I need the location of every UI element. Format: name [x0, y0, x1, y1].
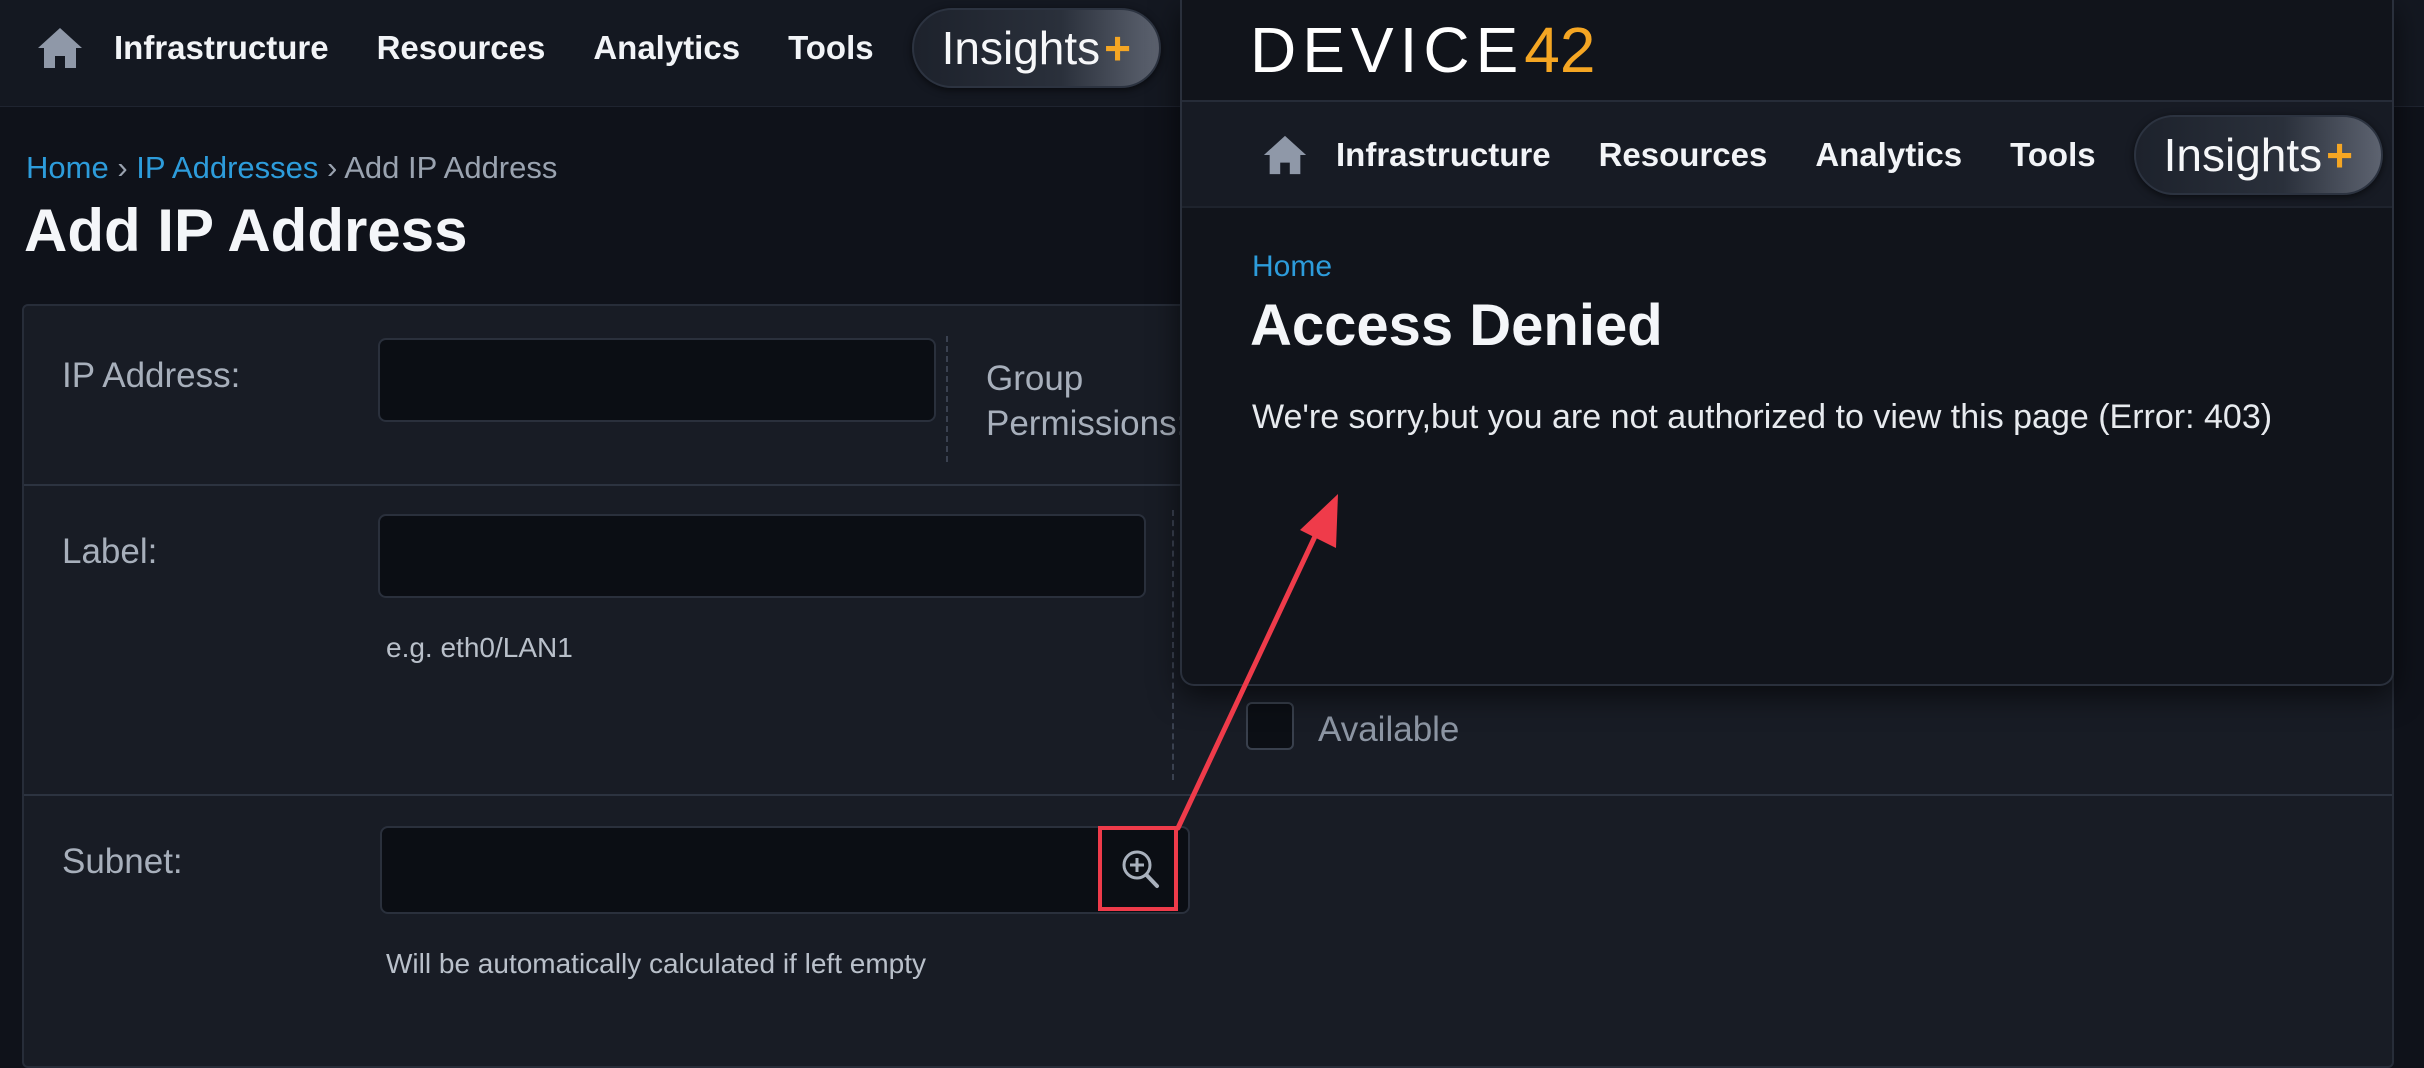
nav-item-tools[interactable]: Tools: [788, 29, 874, 67]
insights-button[interactable]: Insights +: [911, 8, 1162, 88]
group-permissions-label-line1: Group: [986, 359, 1084, 398]
breadcrumb-separator: ›: [117, 150, 128, 185]
logo-number: 42: [1524, 14, 1596, 86]
access-denied-message: We're sorry,but you are not authorized t…: [1252, 398, 2273, 436]
popup-navbar: Infrastructure Resources Analytics Tools…: [1182, 100, 2392, 208]
logo-text: DEVICE: [1250, 14, 1525, 86]
group-permissions-label: Group Permissions:: [986, 356, 1186, 446]
ip-address-input[interactable]: [378, 338, 936, 422]
popup-breadcrumb-home-link[interactable]: Home: [1252, 250, 1332, 284]
insights-plus-icon: +: [1104, 22, 1132, 74]
insights-plus-icon: +: [2326, 129, 2354, 181]
subnet-input[interactable]: [380, 826, 1190, 914]
label-input[interactable]: [378, 514, 1146, 598]
home-icon[interactable]: [34, 24, 86, 72]
label-hint: e.g. eth0/LAN1: [386, 632, 573, 663]
subnet-hint: Will be automatically calculated if left…: [386, 948, 926, 979]
access-denied-title: Access Denied: [1250, 293, 1663, 358]
home-icon[interactable]: [1260, 132, 1310, 178]
popup-nav-item-resources[interactable]: Resources: [1599, 136, 1768, 174]
insights-label: Insights: [2163, 129, 2323, 181]
device42-logo: DEVICE 42: [1250, 0, 1595, 100]
nav-item-analytics[interactable]: Analytics: [593, 29, 740, 67]
column-divider: [1172, 510, 1174, 780]
popup-nav-item-infrastructure[interactable]: Infrastructure: [1336, 136, 1551, 174]
breadcrumb-home-link[interactable]: Home: [26, 150, 109, 185]
breadcrumb-current: Add IP Address: [344, 150, 558, 185]
available-label: Available: [1318, 710, 1460, 749]
access-denied-popup: DEVICE 42 Infrastructure Resources Analyt…: [1180, 0, 2394, 686]
popup-nav-item-tools[interactable]: Tools: [2010, 136, 2096, 174]
popup-nav-item-analytics[interactable]: Analytics: [1815, 136, 1962, 174]
label-field-label: Label:: [62, 532, 158, 571]
subnet-label: Subnet:: [62, 842, 183, 881]
available-checkbox[interactable]: [1246, 702, 1294, 750]
ip-address-label: IP Address:: [62, 356, 241, 395]
page-title: Add IP Address: [24, 197, 468, 264]
column-divider: [946, 336, 948, 462]
group-permissions-label-line2: Permissions:: [986, 404, 1187, 443]
breadcrumb-separator: ›: [327, 150, 338, 185]
annotation-highlight-box: [1098, 826, 1178, 911]
insights-label: Insights: [941, 22, 1101, 74]
breadcrumb: Home › IP Addresses › Add IP Address: [26, 150, 557, 186]
breadcrumb-ip-addresses-link[interactable]: IP Addresses: [136, 150, 318, 185]
nav-item-infrastructure[interactable]: Infrastructure: [114, 29, 329, 67]
row-divider: [24, 794, 2392, 796]
popup-insights-button[interactable]: Insights +: [2133, 115, 2384, 195]
nav-item-resources[interactable]: Resources: [377, 29, 546, 67]
